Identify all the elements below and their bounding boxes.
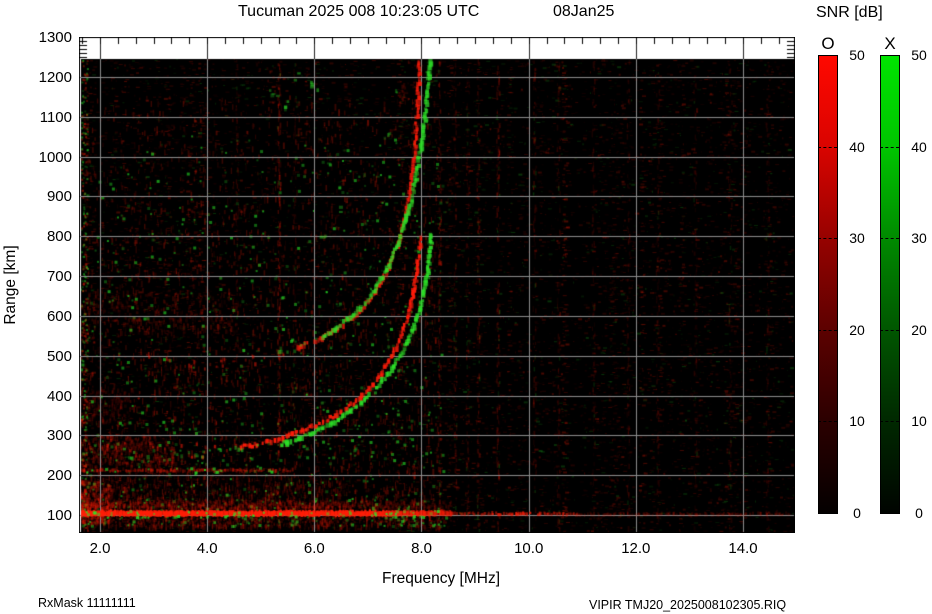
y-tick-label: 100 <box>46 507 72 524</box>
y-tick-label: 300 <box>46 427 72 445</box>
y-tick-label: 200 <box>46 467 72 485</box>
rxmask-text: RxMask 11111111 <box>38 596 136 610</box>
colorbar-tick-dash <box>818 329 837 331</box>
x-tick-label: 8.0 <box>411 540 432 557</box>
y-tick-label: 900 <box>46 188 72 206</box>
colorbar-x-tick-label: 10 <box>911 413 927 430</box>
y-tick-label: 1100 <box>39 108 72 126</box>
colorbar-tick-dash <box>818 421 837 423</box>
colorbar-o-gradient <box>818 55 838 514</box>
plot-date: 08Jan25 <box>553 3 615 20</box>
colorbar-x-tick-label: 50 <box>911 47 927 63</box>
plot-title: Tucuman 2025 008 10:23:05 UTC <box>238 3 480 20</box>
colorbar-title: SNR [dB] <box>816 4 883 21</box>
colorbar-x-tick-label: 30 <box>911 230 927 247</box>
colorbar-tick-dash <box>880 329 899 331</box>
y-tick-label: 1000 <box>38 148 72 166</box>
x-tick-label: 14.0 <box>728 540 758 557</box>
y-axis-title: Range [km] <box>2 245 19 325</box>
colorbar-o-tick-label: 10 <box>849 413 865 430</box>
y-tick-label: 800 <box>46 228 72 246</box>
y-tick-label: 1200 <box>38 68 72 86</box>
colorbar-o-tick-label: 40 <box>849 138 865 155</box>
y-tick-label: 500 <box>46 347 72 365</box>
colorbar-tick-dash <box>880 238 899 240</box>
colorbar-tick-dash <box>818 146 837 148</box>
y-tick-label: 400 <box>46 387 72 405</box>
ionogram-viewer: Tucuman 2025 008 10:23:05 UTC 08Jan25 2.… <box>0 0 932 614</box>
x-tick-label: 2.0 <box>89 540 111 557</box>
colorbar-x-tick-label: 40 <box>911 138 927 155</box>
x-tick-label: 4.0 <box>196 540 218 557</box>
colorbar-o-tick-label: 50 <box>849 47 865 63</box>
colorbar-x-tick-label: 0 <box>915 505 923 521</box>
x-tick-label: 10.0 <box>514 540 544 557</box>
x-tick-label: 12.0 <box>621 540 651 557</box>
colorbar-x-tick-label: 20 <box>911 321 927 338</box>
colorbar-o-mode-label: O <box>821 34 835 53</box>
filename-text: VIPIR TMJ20_2025008102305.RIQ <box>589 598 787 612</box>
colorbar-o-tick-label: 0 <box>853 505 861 521</box>
ionogram-plot <box>79 37 795 533</box>
colorbar-tick-dash <box>818 238 837 240</box>
colorbar-tick-dash <box>880 421 899 423</box>
colorbar-o-tick-label: 30 <box>849 230 865 247</box>
colorbar-x-mode-label: X <box>884 34 896 53</box>
x-axis-title: Frequency [MHz] <box>381 570 501 587</box>
colorbar-o-tick-label: 20 <box>849 321 865 338</box>
colorbar-x-gradient <box>880 55 900 514</box>
y-tick-label: 1300 <box>38 29 72 46</box>
x-tick-label: 6.0 <box>303 540 325 557</box>
colorbar-tick-dash <box>880 146 899 148</box>
